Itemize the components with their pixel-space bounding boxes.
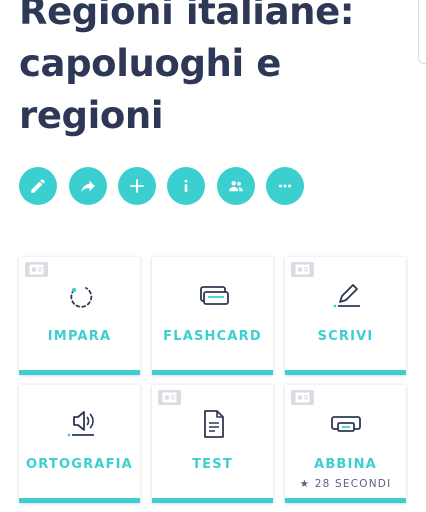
- share-button[interactable]: [69, 167, 107, 205]
- plus-icon: [130, 179, 144, 193]
- page-title: Regioni italiane: capoluoghi e regioni: [19, 0, 355, 137]
- mode-card-learn[interactable]: IMPARA: [19, 257, 140, 375]
- pencil-icon: [31, 179, 45, 193]
- people-icon: [229, 181, 243, 192]
- study-badge: [25, 262, 48, 277]
- flashcard-badge-icon: [29, 264, 44, 275]
- mode-label: TEST: [192, 457, 233, 472]
- flashcards-icon: [195, 281, 231, 311]
- flashcard-badge-icon: [162, 392, 177, 403]
- add-button[interactable]: [118, 167, 156, 205]
- match-icon: [328, 409, 364, 439]
- best-time-label: ★ 28 SECONDI: [299, 478, 392, 490]
- learn-icon: [62, 281, 98, 311]
- mode-card-spell[interactable]: ORTOGRAFIA: [19, 385, 140, 503]
- more-icon: [279, 184, 291, 188]
- side-panel-edge[interactable]: [418, 0, 426, 64]
- mode-card-write[interactable]: SCRIVI: [285, 257, 406, 375]
- mode-card-test[interactable]: TEST: [152, 385, 273, 503]
- mode-card-flashcards[interactable]: FLASHCARD: [152, 257, 273, 375]
- mode-label: ORTOGRAFIA: [26, 457, 133, 472]
- study-badge: [291, 390, 314, 405]
- edit-button[interactable]: [19, 167, 57, 205]
- share-people-button[interactable]: [217, 167, 255, 205]
- mode-card-match[interactable]: ABBINA ★ 28 SECONDI: [285, 385, 406, 503]
- write-icon: [328, 281, 364, 311]
- spell-icon: [62, 409, 98, 439]
- mode-label: ABBINA: [314, 457, 377, 472]
- study-badge: [291, 262, 314, 277]
- info-icon: [184, 179, 188, 192]
- test-icon: [195, 409, 231, 439]
- more-button[interactable]: [266, 167, 304, 205]
- mode-label: FLASHCARD: [163, 329, 262, 344]
- study-badge: [158, 390, 181, 405]
- flashcard-badge-icon: [295, 392, 310, 403]
- info-button[interactable]: [167, 167, 205, 205]
- share-icon: [81, 180, 95, 192]
- mode-label: IMPARA: [47, 329, 112, 344]
- mode-label: SCRIVI: [317, 329, 374, 344]
- flashcard-badge-icon: [295, 264, 310, 275]
